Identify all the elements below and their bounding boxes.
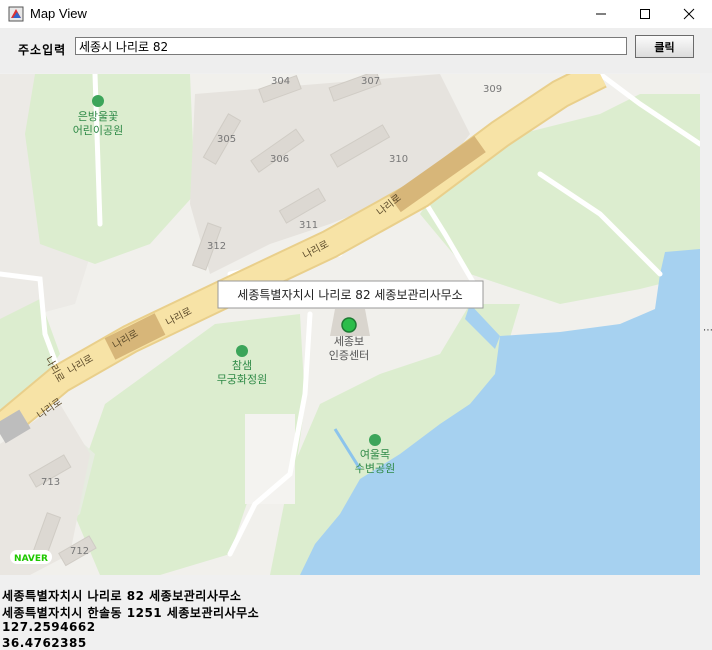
minimize-icon [596, 13, 606, 15]
svg-text:NAVER: NAVER [14, 554, 48, 564]
park-icon [92, 95, 104, 107]
svg-text:307: 307 [361, 76, 380, 87]
click-button[interactable]: 클릭 [635, 35, 694, 58]
info-popup: 세종특별자치시 나리로 82 세종보관리사무소 [217, 280, 484, 309]
splitter-handle[interactable]: ⋯ [703, 325, 712, 336]
window-title: Map View [30, 6, 87, 21]
svg-text:310: 310 [389, 154, 408, 165]
latitude-text: 36.4762385 [2, 636, 87, 650]
map-view[interactable]: 나리로 나리로 나리로 나리로 나리로 나리로 나리로 304 307 309 … [0, 74, 700, 575]
location-marker[interactable]: 세종보 인증센터 [329, 309, 370, 362]
svg-text:305: 305 [217, 134, 236, 145]
svg-text:712: 712 [70, 546, 89, 557]
close-icon [683, 8, 695, 20]
svg-text:여울목: 여울목 [360, 448, 390, 461]
map-canvas[interactable]: 나리로 나리로 나리로 나리로 나리로 나리로 나리로 304 307 309 … [0, 74, 700, 575]
close-button[interactable] [666, 0, 712, 28]
svg-text:304: 304 [271, 76, 290, 87]
marker-pin-icon [341, 317, 357, 333]
svg-text:713: 713 [41, 477, 60, 488]
address-input[interactable] [75, 37, 627, 55]
minimize-button[interactable] [578, 0, 624, 28]
svg-text:어린이공원: 어린이공원 [73, 124, 124, 137]
address-toolbar: 주소입력 클릭 [0, 28, 712, 73]
park-icon [236, 345, 248, 357]
svg-text:인증센터: 인증센터 [329, 349, 369, 362]
svg-text:수변공원: 수변공원 [355, 462, 395, 475]
park-icon [369, 434, 381, 446]
maximize-button[interactable] [622, 0, 668, 28]
title-bar: Map View [0, 0, 712, 28]
address-label: 주소입력 [18, 43, 67, 57]
svg-text:은방울꽃: 은방울꽃 [78, 110, 118, 123]
road-tunnel [0, 409, 31, 444]
svg-text:306: 306 [270, 154, 289, 165]
svg-text:무궁화정원: 무궁화정원 [217, 373, 268, 386]
jibun-address-text: 세종특별자치시 한솔동 1251 세종보관리사무소 [2, 606, 260, 620]
popup-text: 세종특별자치시 나리로 82 세종보관리사무소 [237, 288, 462, 302]
road-address-text: 세종특별자치시 나리로 82 세종보관리사무소 [2, 589, 242, 603]
maximize-icon [640, 9, 650, 19]
svg-text:311: 311 [299, 220, 318, 231]
longitude-text: 127.2594662 [2, 620, 96, 634]
svg-text:참샘: 참샘 [232, 359, 252, 372]
svg-text:309: 309 [483, 84, 502, 95]
svg-text:312: 312 [207, 241, 226, 252]
java-app-icon [8, 6, 24, 22]
svg-text:세종보: 세종보 [334, 335, 364, 348]
naver-logo: NAVER [10, 550, 52, 564]
